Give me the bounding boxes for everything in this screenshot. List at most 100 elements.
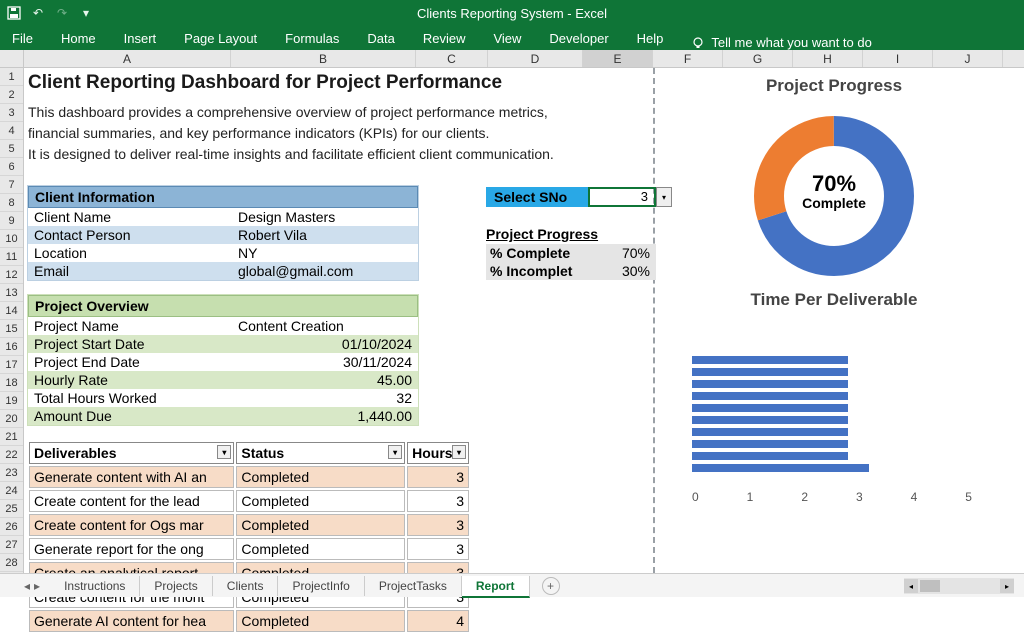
bar — [692, 440, 848, 448]
tell-me-search[interactable]: Tell me what you want to do — [691, 35, 871, 50]
status-col-header[interactable]: Status▾ — [236, 442, 405, 464]
col-E[interactable]: E — [583, 50, 653, 67]
row-headers[interactable]: 1234567891011121314151617181920212223242… — [0, 68, 24, 573]
add-sheet-button[interactable]: + — [542, 577, 560, 595]
scroll-left-icon[interactable]: ◂ — [904, 579, 918, 593]
ribbon-tab-formulas[interactable]: Formulas — [285, 31, 339, 50]
row-13[interactable]: 13 — [0, 284, 23, 302]
row-12[interactable]: 12 — [0, 266, 23, 284]
sheet-tab-projects[interactable]: Projects — [140, 576, 212, 596]
col-F[interactable]: F — [653, 50, 723, 67]
qat-more-icon[interactable]: ▾ — [78, 5, 94, 21]
row-24[interactable]: 24 — [0, 482, 23, 500]
row-25[interactable]: 25 — [0, 500, 23, 518]
row-18[interactable]: 18 — [0, 374, 23, 392]
row-7[interactable]: 7 — [0, 176, 23, 194]
row-15[interactable]: 15 — [0, 320, 23, 338]
progress-table: Project Progress % Complete70% % Incompl… — [486, 224, 656, 280]
table-row[interactable]: Create content for Ogs marCompleted3 — [29, 514, 469, 536]
row-9[interactable]: 9 — [0, 212, 23, 230]
filter-icon[interactable]: ▾ — [452, 445, 466, 459]
row-8[interactable]: 8 — [0, 194, 23, 212]
col-I[interactable]: I — [863, 50, 933, 67]
row-3[interactable]: 3 — [0, 104, 23, 122]
project-name-label: Project Name — [28, 318, 234, 334]
column-headers[interactable]: A B C D E F G H I J — [0, 50, 1024, 68]
sheet-tab-report[interactable]: Report — [462, 576, 530, 598]
row-22[interactable]: 22 — [0, 446, 23, 464]
sheet-tab-projectinfo[interactable]: ProjectInfo — [278, 576, 364, 596]
project-overview-header: Project Overview — [28, 295, 418, 317]
ribbon-tab-home[interactable]: Home — [61, 31, 96, 50]
row-20[interactable]: 20 — [0, 410, 23, 428]
row-23[interactable]: 23 — [0, 464, 23, 482]
horizontal-scrollbar[interactable]: ◂ ▸ — [904, 578, 1014, 594]
client-name-value: Design Masters — [234, 209, 418, 225]
scroll-right-icon[interactable]: ▸ — [1000, 579, 1014, 593]
ribbon-tab-review[interactable]: Review — [423, 31, 466, 50]
contact-person-value: Robert Vila — [234, 227, 418, 243]
select-sno-control: Select SNo3▾ — [486, 187, 672, 207]
bar-chart-xticks: 012345 — [692, 490, 972, 504]
col-C[interactable]: C — [416, 50, 488, 67]
ribbon-tab-developer[interactable]: Developer — [549, 31, 608, 50]
deliverables-col-header[interactable]: Deliverables▾ — [29, 442, 234, 464]
location-label: Location — [28, 245, 234, 261]
row-26[interactable]: 26 — [0, 518, 23, 536]
row-2[interactable]: 2 — [0, 86, 23, 104]
col-D[interactable]: D — [488, 50, 583, 67]
col-A[interactable]: A — [24, 50, 231, 67]
sheet-tab-clients[interactable]: Clients — [213, 576, 279, 596]
ribbon-tab-insert[interactable]: Insert — [124, 31, 157, 50]
filter-icon[interactable]: ▾ — [388, 445, 402, 459]
row-5[interactable]: 5 — [0, 140, 23, 158]
ribbon-tab-page-layout[interactable]: Page Layout — [184, 31, 257, 50]
row-4[interactable]: 4 — [0, 122, 23, 140]
row-1[interactable]: 1 — [0, 68, 23, 86]
row-21[interactable]: 21 — [0, 428, 23, 446]
hours-col-header[interactable]: Hours▾ — [407, 442, 469, 464]
table-row[interactable]: Generate AI content for heaCompleted4 — [29, 610, 469, 632]
sheet-tab-projecttasks[interactable]: ProjectTasks — [365, 576, 462, 596]
table-row[interactable]: Create content for the leadCompleted3 — [29, 490, 469, 512]
row-10[interactable]: 10 — [0, 230, 23, 248]
pct-complete-label: % Complete — [486, 245, 596, 261]
col-G[interactable]: G — [723, 50, 793, 67]
worksheet[interactable]: 1234567891011121314151617181920212223242… — [0, 68, 1024, 573]
row-6[interactable]: 6 — [0, 158, 23, 176]
undo-icon[interactable]: ↶ — [30, 5, 46, 21]
row-11[interactable]: 11 — [0, 248, 23, 266]
hourly-rate-label: Hourly Rate — [28, 372, 234, 388]
row-28[interactable]: 28 — [0, 554, 23, 572]
row-17[interactable]: 17 — [0, 356, 23, 374]
table-row[interactable]: Generate report for the ongCompleted3 — [29, 538, 469, 560]
row-16[interactable]: 16 — [0, 338, 23, 356]
sheet-tab-instructions[interactable]: Instructions — [50, 576, 140, 596]
ribbon-tab-help[interactable]: Help — [637, 31, 664, 50]
sheet-nav-arrows[interactable]: ◂▸ — [24, 579, 40, 593]
cell-grid[interactable]: Client Reporting Dashboard for Project P… — [24, 68, 1024, 573]
select-sno-dropdown-icon[interactable]: ▾ — [656, 187, 672, 207]
row-19[interactable]: 19 — [0, 392, 23, 410]
select-sno-input[interactable]: 3 — [588, 187, 656, 207]
col-J[interactable]: J — [933, 50, 1003, 67]
scroll-thumb[interactable] — [920, 580, 940, 592]
client-info-header: Client Information — [28, 186, 418, 208]
project-overview-section: Project Overview Project NameContent Cre… — [27, 294, 419, 426]
redo-icon[interactable]: ↷ — [54, 5, 70, 21]
row-27[interactable]: 27 — [0, 536, 23, 554]
ribbon-tab-data[interactable]: Data — [367, 31, 394, 50]
location-value: NY — [234, 245, 418, 261]
col-B[interactable]: B — [231, 50, 416, 67]
select-all-triangle[interactable] — [0, 50, 24, 67]
col-H[interactable]: H — [793, 50, 863, 67]
filter-icon[interactable]: ▾ — [217, 445, 231, 459]
save-icon[interactable] — [6, 5, 22, 21]
amount-due-value: 1,440.00 — [234, 408, 418, 424]
table-row[interactable]: Generate content with AI anCompleted3 — [29, 466, 469, 488]
pct-complete-value: 70% — [596, 245, 656, 261]
intro-line-1: This dashboard provides a comprehensive … — [24, 102, 644, 123]
ribbon-tab-view[interactable]: View — [493, 31, 521, 50]
row-14[interactable]: 14 — [0, 302, 23, 320]
ribbon-tab-file[interactable]: File — [12, 31, 33, 50]
